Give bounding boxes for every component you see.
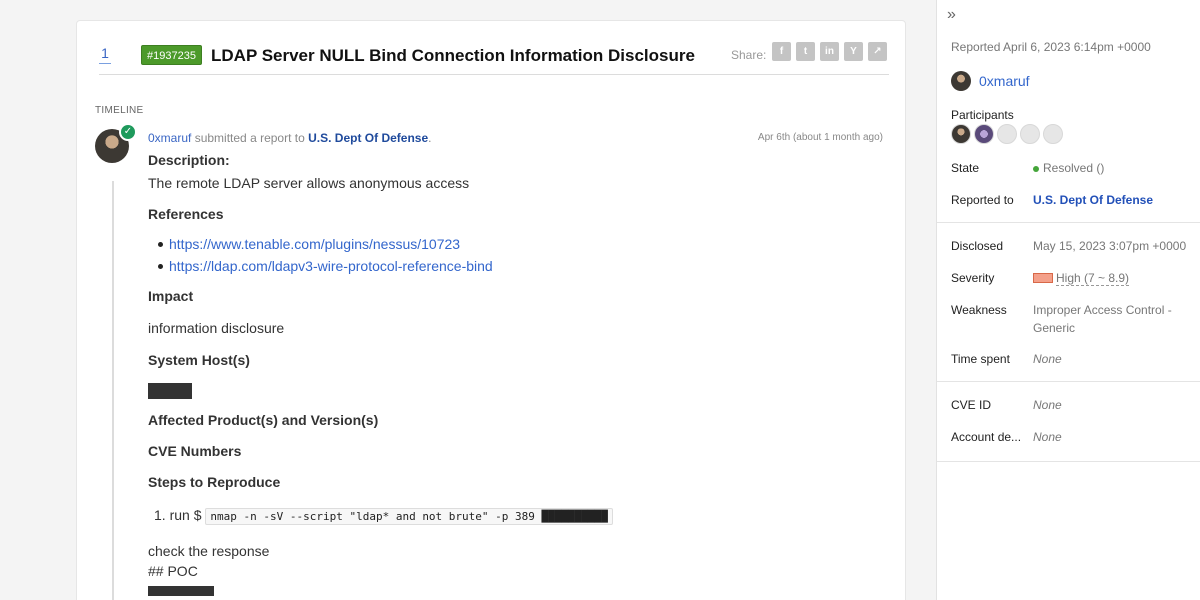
reference-link-ldap[interactable]: https://ldap.com/ldapv3-wire-protocol-re… — [169, 258, 493, 274]
step-command[interactable]: nmap -n -sV --script "ldap* and not brut… — [205, 508, 613, 525]
state-value: Resolved () — [1033, 159, 1104, 177]
sidebar-divider — [937, 461, 1200, 462]
severity-value: High (7 ~ 8.9) — [1033, 269, 1130, 287]
activity-meta: 0xmaruf submitted a report to U.S. Dept … — [148, 131, 431, 145]
step-number: 1. — [154, 507, 166, 523]
disclosed-label: Disclosed — [951, 239, 1004, 253]
severity-high-icon — [1033, 273, 1053, 283]
step-prefix: run $ — [169, 507, 202, 523]
description-heading: Description: — [148, 152, 230, 168]
references-list: https://www.tenable.com/plugins/nessus/1… — [148, 233, 868, 277]
participant-avatar[interactable] — [974, 124, 994, 144]
report-id-badge[interactable]: #1937235 — [141, 45, 202, 65]
report-title: LDAP Server NULL Bind Connection Informa… — [211, 46, 695, 65]
redacted-block — [148, 383, 192, 399]
participant-avatar[interactable] — [951, 124, 971, 144]
references-heading: References — [148, 206, 224, 222]
hosts-redacted — [148, 383, 868, 399]
activity-period: . — [428, 131, 432, 145]
report-card: 1 #1937235 LDAP Server NULL Bind Connect… — [76, 20, 906, 600]
list-item: https://www.tenable.com/plugins/nessus/1… — [148, 233, 868, 255]
severity-text[interactable]: High (7 ~ 8.9) — [1056, 271, 1130, 286]
poc-redacted — [148, 583, 868, 599]
participant-avatar[interactable] — [997, 124, 1017, 144]
state-text: Resolved () — [1043, 161, 1105, 175]
cve-id-value: None — [1033, 398, 1062, 412]
weakness-label: Weakness — [951, 303, 1007, 317]
time-spent-value: None — [1033, 352, 1062, 366]
reporter: 0xmaruf — [951, 71, 1030, 91]
cve-id-label: CVE ID — [951, 398, 992, 412]
participants-label: Participants — [951, 108, 1014, 122]
report-header: 1 #1937235 LDAP Server NULL Bind Connect… — [99, 42, 889, 75]
reporter-avatar-small[interactable] — [951, 71, 971, 91]
verified-check-icon: ✓ — [119, 123, 137, 141]
vote-count[interactable]: 1 — [99, 45, 111, 61]
weakness-value[interactable]: Improper Access Control - Generic — [1033, 301, 1172, 337]
account-details-label: Account de... — [951, 430, 1022, 444]
facebook-share-icon[interactable]: f — [772, 42, 791, 61]
reference-link-tenable[interactable]: https://www.tenable.com/plugins/nessus/1… — [169, 236, 460, 252]
step-item: 1. run $ nmap -n -sV --script "ldap* and… — [148, 505, 868, 527]
account-details-value: None — [1033, 430, 1062, 444]
activity-date[interactable]: Apr 6th (about 1 month ago) — [758, 132, 883, 143]
activity-action: submitted a report to — [194, 131, 305, 145]
affected-heading: Affected Product(s) and Version(s) — [148, 412, 379, 428]
participant-avatar[interactable] — [1043, 124, 1063, 144]
resolved-dot-icon — [1033, 165, 1039, 172]
severity-label: Severity — [951, 271, 995, 285]
state-label: State — [951, 161, 980, 175]
list-item: https://ldap.com/ldapv3-wire-protocol-re… — [148, 255, 868, 277]
hosts-heading: System Host(s) — [148, 352, 250, 368]
share-buttons: f t in Y ↗ — [772, 42, 887, 61]
check-text: check the response — [148, 543, 270, 559]
sidebar-divider — [937, 222, 1200, 223]
timeline-line — [112, 181, 114, 600]
time-spent-label: Time spent — [951, 352, 1010, 366]
linkedin-share-icon[interactable]: in — [820, 42, 839, 61]
timeline-label: TIMELINE — [95, 105, 144, 116]
impact-text: information disclosure — [148, 320, 285, 336]
steps-heading: Steps to Reproduce — [148, 474, 281, 490]
activity-team-link[interactable]: U.S. Dept Of Defense — [308, 131, 428, 145]
weakness-line: Generic — [1033, 321, 1076, 335]
share-label: Share: — [731, 48, 767, 62]
sidebar-divider — [937, 381, 1200, 382]
impact-heading: Impact — [148, 288, 194, 304]
poc-text: ## POC — [148, 563, 198, 579]
activity-user-link[interactable]: 0xmaruf — [148, 131, 191, 145]
report-sidebar: » Reported April 6, 2023 6:14pm +0000 0x… — [936, 0, 1200, 600]
vote-underline — [99, 63, 111, 64]
description-text: The remote LDAP server allows anonymous … — [148, 175, 470, 191]
twitter-share-icon[interactable]: t — [796, 42, 815, 61]
reported-date: Reported April 6, 2023 6:14pm +0000 — [951, 40, 1151, 54]
reported-to-link[interactable]: U.S. Dept Of Defense — [1033, 191, 1153, 209]
participants-list — [951, 124, 1063, 144]
reporter-link[interactable]: 0xmaruf — [979, 73, 1030, 89]
link-share-icon[interactable]: ↗ — [868, 42, 887, 61]
disclosed-value: May 15, 2023 3:07pm +0000 — [1033, 239, 1187, 253]
redacted-block — [148, 586, 214, 596]
participant-avatar[interactable] — [1020, 124, 1040, 144]
collapse-sidebar-icon[interactable]: » — [947, 6, 956, 24]
cve-heading: CVE Numbers — [148, 443, 242, 459]
ycombinator-share-icon[interactable]: Y — [844, 42, 863, 61]
report-body: Description: The remote LDAP server allo… — [148, 151, 868, 599]
weakness-line: Improper Access Control - — [1033, 303, 1172, 317]
reported-to-label: Reported to — [951, 193, 1014, 207]
